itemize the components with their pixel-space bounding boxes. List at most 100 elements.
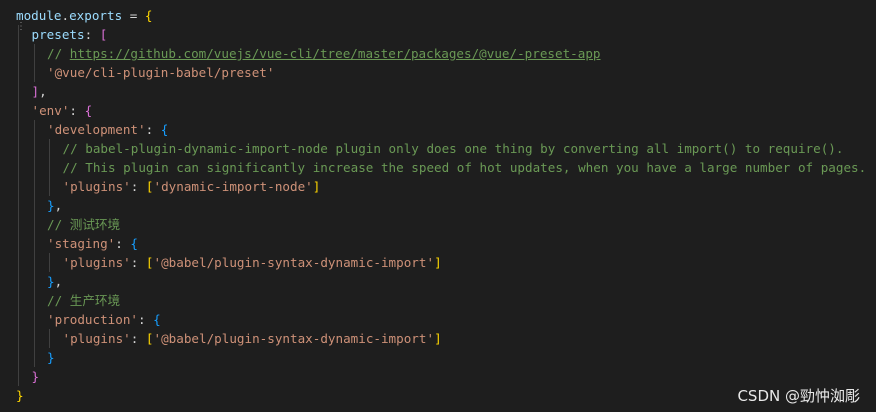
code-line[interactable]: 'plugins': ['@babel/plugin-syntax-dynami… [16,253,876,272]
code-token: : [130,255,146,270]
indent-guide [33,310,35,329]
code-token: 'plugins' [62,331,131,346]
indent-guide [18,348,19,367]
code-line[interactable]: 'env': { [16,101,876,120]
code-line-content: ], [16,84,47,99]
code-line-content: '@vue/cli-plugin-babel/preset' [16,65,274,80]
code-token: // babel-plugin-dynamic-import-node plug… [62,141,844,156]
code-token: : [130,179,146,194]
indent-guide [33,139,35,158]
code-line[interactable]: 'plugins': ['@babel/plugin-syntax-dynami… [16,329,876,348]
indent-guide [49,139,50,158]
code-line-content: 'plugins': ['@babel/plugin-syntax-dynami… [16,331,442,346]
code-line[interactable]: presets: [ [16,25,876,44]
code-token: { [144,8,153,23]
code-token: // [47,46,70,61]
indent-guide [33,215,35,234]
code-token: : [84,27,100,42]
code-line[interactable]: } [16,348,876,367]
indent-guide [18,177,19,196]
code-token: , [54,198,63,213]
code-line[interactable]: 'development': { [16,120,876,139]
code-token: exports [69,8,123,23]
code-line-content: } [16,350,55,365]
code-line[interactable]: // https://github.com/vuejs/vue-cli/tree… [16,44,876,63]
code-token: } [31,369,40,384]
code-line[interactable]: 'plugins': ['dynamic-import-node'] [16,177,876,196]
indent-guide [49,158,50,177]
code-token: { [153,312,161,327]
code-token: // This plugin can significantly increas… [62,160,867,175]
indent-guide [18,139,19,158]
code-token: // 生产环境 [47,293,121,308]
code-token: . [61,8,70,23]
code-token: ] [434,255,442,270]
code-token: ] [312,179,321,194]
indent-guide [33,272,35,291]
indent-guide [33,44,35,63]
code-line[interactable]: // 测试环境 [16,215,876,234]
indent-guide [18,215,19,234]
code-token: : [69,103,85,118]
code-line[interactable]: }, [16,272,876,291]
code-line[interactable]: // This plugin can significantly increas… [16,158,876,177]
code-token: { [160,122,169,137]
code-line-content: }, [16,274,62,289]
code-editor[interactable]: ⋮ module.exports = {presets: [// https:/… [0,0,876,412]
indent-guide [18,253,19,272]
indent-guide [33,348,35,367]
code-token: 'production' [47,312,138,327]
code-token: 'plugins' [62,179,131,194]
code-line-content: // https://github.com/vuejs/vue-cli/tree… [16,46,601,61]
code-token: : [115,236,131,251]
code-token: [ [99,27,108,42]
indent-guide [33,177,35,196]
code-token: 'development' [47,122,146,137]
code-token: { [130,236,139,251]
indent-guide [18,329,19,348]
indent-guide [18,158,19,177]
indent-guide [33,253,35,272]
code-line[interactable]: ], [16,82,876,101]
indent-guide [33,196,35,215]
indent-guide [18,25,19,44]
code-line-content: // 生产环境 [16,293,120,308]
code-token: 'staging' [47,236,116,251]
code-token: module [16,8,62,23]
code-line-content: module.exports = { [16,8,153,23]
code-line-content: }, [16,198,62,213]
code-token: '@babel/plugin-syntax-dynamic-import' [153,255,435,270]
code-token: : [130,331,146,346]
code-line[interactable]: } [16,367,876,386]
indent-guide [18,63,19,82]
code-line[interactable]: // babel-plugin-dynamic-import-node plug… [16,139,876,158]
watermark: CSDN @勁忡洳彫 [737,387,860,405]
code-token: } [16,388,24,403]
indent-guide [49,253,50,272]
code-line-content: // This plugin can significantly increas… [16,160,867,175]
indent-guide [18,120,19,139]
code-line[interactable]: '@vue/cli-plugin-babel/preset' [16,63,876,82]
code-token: : [145,122,161,137]
code-line[interactable]: }, [16,196,876,215]
code-token: , [39,84,47,99]
code-token: '@vue/cli-plugin-babel/preset' [47,65,275,80]
code-token: 'plugins' [62,255,131,270]
code-line[interactable]: 'production': { [16,310,876,329]
code-line[interactable]: module.exports = { [16,6,876,25]
indent-guide [18,234,19,253]
code-line-content: // babel-plugin-dynamic-import-node plug… [16,141,844,156]
code-token: https://github.com/vuejs/vue-cli/tree/ma… [69,46,601,61]
indent-guide [18,196,19,215]
code-token: // 测试环境 [47,217,121,232]
code-line[interactable]: 'staging': { [16,234,876,253]
code-line[interactable]: // 生产环境 [16,291,876,310]
code-token: 'env' [31,103,70,118]
code-token: [ [145,179,154,194]
code-token: 'dynamic-import-node' [153,179,313,194]
indent-guide [33,63,35,82]
code-line-content: 'plugins': ['dynamic-import-node'] [16,179,321,194]
code-area[interactable]: module.exports = { presets: [ // https://g… [16,6,876,405]
indent-guide [33,158,35,177]
code-token: , [54,274,63,289]
